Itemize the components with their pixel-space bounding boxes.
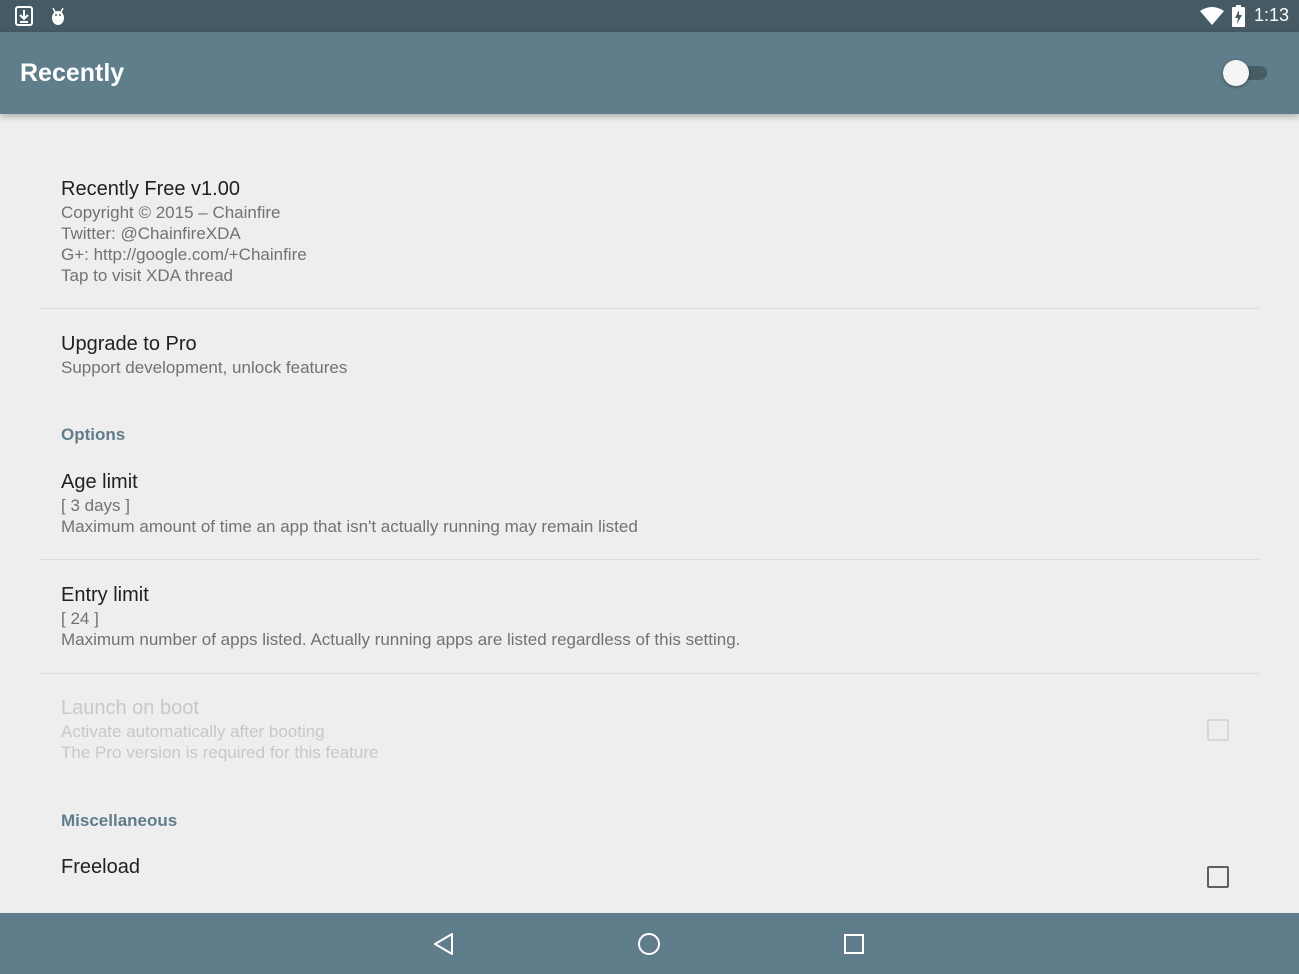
launch-on-boot-note: The Pro version is required for this fea… xyxy=(61,743,379,762)
launch-on-boot-title: Launch on boot xyxy=(61,697,199,719)
app-bar: Recently xyxy=(0,32,1299,114)
back-icon[interactable] xyxy=(427,927,461,961)
status-time: 1:13 xyxy=(1253,5,1289,25)
age-limit-value: [ 3 days ] xyxy=(61,496,130,515)
navigation-bar xyxy=(0,913,1299,974)
age-limit-summary: Maximum amount of time an app that isn't… xyxy=(61,517,638,536)
home-icon[interactable] xyxy=(632,927,666,961)
misc-category-header: Miscellaneous xyxy=(61,811,178,830)
upgrade-preference[interactable]: Upgrade to Pro Support development, unlo… xyxy=(61,331,1201,378)
about-preference[interactable]: Recently Free v1.00 Copyright © 2015 – C… xyxy=(61,176,1201,286)
launch-on-boot-preference[interactable]: Launch on boot Activate automatically af… xyxy=(61,695,1201,763)
about-xda-link: Tap to visit XDA thread xyxy=(61,266,233,285)
divider xyxy=(40,308,1259,309)
divider xyxy=(40,673,1259,674)
entry-limit-title: Entry limit xyxy=(61,584,149,606)
divider xyxy=(40,559,1259,560)
entry-limit-value: [ 24 ] xyxy=(61,609,99,628)
age-limit-title: Age limit xyxy=(61,471,138,493)
about-gplus: G+: http://google.com/+Chainfire xyxy=(61,245,307,264)
battery-charging-icon xyxy=(1232,5,1245,32)
status-bar: 1:13 xyxy=(0,0,1299,32)
entry-limit-preference[interactable]: Entry limit [ 24 ] Maximum number of app… xyxy=(61,582,1201,650)
about-copyright: Copyright © 2015 – Chainfire xyxy=(61,203,281,222)
options-category-header: Options xyxy=(61,425,126,444)
wifi-icon xyxy=(1200,7,1224,30)
master-toggle-switch[interactable] xyxy=(1223,58,1269,88)
launch-on-boot-checkbox[interactable] xyxy=(1207,719,1229,741)
upgrade-summary: Support development, unlock features xyxy=(61,358,348,377)
upgrade-title: Upgrade to Pro xyxy=(61,333,197,355)
page-title: Recently xyxy=(20,59,125,87)
freeload-checkbox[interactable] xyxy=(1207,866,1229,888)
android-debug-icon xyxy=(49,6,67,31)
about-twitter: Twitter: @ChainfireXDA xyxy=(61,224,241,243)
launch-on-boot-summary: Activate automatically after booting xyxy=(61,722,325,741)
preferences-list: Recently Free v1.00 Copyright © 2015 – C… xyxy=(0,114,1299,913)
age-limit-preference[interactable]: Age limit [ 3 days ] Maximum amount of t… xyxy=(61,469,1201,537)
freeload-preference[interactable]: Freeload xyxy=(61,854,1201,880)
freeload-title: Freeload xyxy=(61,856,140,878)
download-icon xyxy=(15,6,33,31)
recents-icon[interactable] xyxy=(837,927,871,961)
entry-limit-summary: Maximum number of apps listed. Actually … xyxy=(61,630,741,649)
switch-thumb xyxy=(1223,60,1249,86)
about-title: Recently Free v1.00 xyxy=(61,178,240,200)
